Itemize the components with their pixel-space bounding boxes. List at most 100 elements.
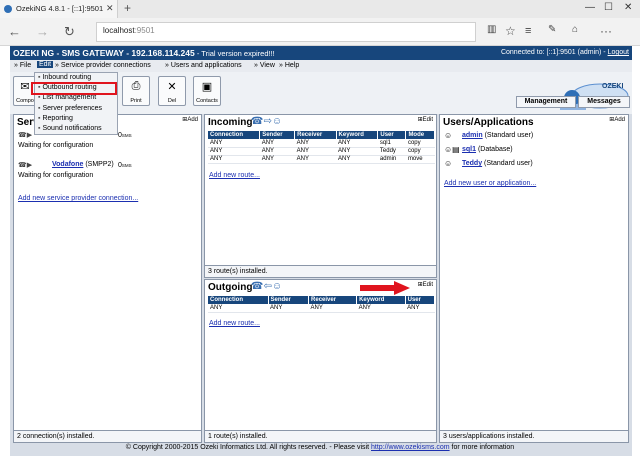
col-keyword: Keyword: [336, 131, 379, 139]
outgoing-edit-button[interactable]: ⊞Edit: [418, 281, 433, 288]
menu-item-server-preferences[interactable]: ▪ Server preferences: [35, 104, 117, 114]
table-cell: ANY: [336, 139, 378, 148]
reading-view-icon[interactable]: ▥: [487, 24, 496, 35]
incoming-route-icon: ☎⇨☺: [251, 116, 283, 127]
table-cell: ANY: [208, 139, 260, 148]
add-service-provider-link[interactable]: Add new service provider connection...: [18, 195, 138, 202]
menu-item-sound-notifications[interactable]: ▪ Sound notifications: [35, 124, 117, 134]
menu-item-reporting[interactable]: ▪ Reporting: [35, 114, 117, 124]
bullet-icon: ▪: [38, 104, 41, 112]
logo-text: OZEKI: [602, 83, 623, 90]
incoming-add-route-link[interactable]: Add new route...: [209, 172, 260, 179]
users-add-label: Add: [614, 117, 625, 123]
maximize-icon[interactable]: ☐: [604, 2, 613, 13]
print-button[interactable]: ⎙ Print: [122, 76, 150, 106]
connection-info: Connected to: [::1]:9501 (admin) - Logou…: [501, 49, 629, 56]
table-cell: ANY: [294, 147, 337, 156]
menu-help[interactable]: » Help: [279, 62, 299, 69]
menu-view[interactable]: » View: [254, 62, 275, 69]
minimize-icon[interactable]: —: [585, 2, 595, 13]
table-row[interactable]: ANY ANY ANY ANY sql1 copy: [208, 139, 435, 148]
forward-icon[interactable]: →: [36, 24, 49, 39]
menu-edit[interactable]: Edit: [37, 61, 54, 68]
web-note-icon[interactable]: ✎: [548, 24, 556, 35]
favorite-star-icon[interactable]: ☆: [505, 24, 516, 38]
menu-users-and-applications[interactable]: » Users and applications: [165, 62, 242, 69]
app-title-text: OZEKI NG - SMS GATEWAY - 192.168.114.245: [13, 48, 195, 58]
bullet-icon: ▪: [38, 124, 41, 132]
service-add-button[interactable]: ⊞Add: [182, 116, 198, 123]
tab-messages[interactable]: Messages: [578, 96, 630, 108]
delete-icon: ✕: [167, 81, 177, 93]
menu-item-label: Sound notifications: [42, 124, 102, 132]
col-connection: Connection: [208, 296, 269, 304]
outgoing-header-row: Connection Sender Receiver Keyword User: [208, 296, 436, 304]
table-cell: ANY: [208, 155, 260, 164]
back-icon[interactable]: ←: [8, 24, 21, 39]
connection-1-speed: 0SMS: [118, 132, 132, 139]
outgoing-add-route-link[interactable]: Add new route...: [209, 320, 260, 327]
app-title: OZEKI NG - SMS GATEWAY - 192.168.114.245…: [13, 48, 275, 58]
new-tab-button[interactable]: +: [124, 1, 131, 15]
service-panel-footer: 2 connection(s) installed.: [14, 430, 201, 442]
vodafone-link[interactable]: Vodafone: [52, 161, 83, 168]
compose-label: Compo: [16, 98, 34, 104]
col-sender: Sender: [268, 296, 310, 304]
footer-tail: for more information: [449, 444, 515, 451]
conn1-unit: SMS: [121, 133, 132, 138]
table-row[interactable]: ANY ANY ANY ANY Teddy copy: [208, 147, 435, 156]
table-cell: ANY: [405, 304, 435, 313]
ozeki-logo: OZEKI: [560, 83, 629, 110]
printer-icon: ⎙: [131, 80, 141, 92]
incoming-edit-button[interactable]: ⊞Edit: [418, 116, 433, 123]
col-keyword: Keyword: [356, 296, 406, 304]
service-provider-panel: Serv ⊞Add ☎▶ 0SMS Waiting for configurat…: [13, 114, 202, 443]
browser-tab-title: OzekiNG 4.8.1 - [::1]:9501: [16, 4, 104, 13]
menu-file[interactable]: » File: [14, 62, 31, 69]
table-cell: copy: [405, 139, 435, 148]
menu-bar: » File Edit » Service provider connectio…: [10, 60, 632, 72]
table-cell: ANY: [336, 147, 378, 156]
user-type: (Standard user): [482, 160, 533, 167]
ozeki-website-link[interactable]: http://www.ozekisms.com: [371, 444, 450, 451]
delete-button[interactable]: ✕ Del: [158, 76, 186, 106]
more-icon[interactable]: ···: [600, 24, 612, 38]
bullet-icon: ▪: [38, 114, 41, 122]
user-name[interactable]: Teddy: [462, 160, 482, 167]
tab-management[interactable]: Management: [516, 96, 576, 108]
menu-item-label: Reporting: [42, 114, 73, 122]
table-cell: ANY: [208, 304, 268, 313]
close-tab-icon[interactable]: ✕: [106, 3, 114, 14]
table-cell: admin: [377, 155, 406, 164]
app-header: OZEKI NG - SMS GATEWAY - 192.168.114.245…: [10, 46, 632, 60]
table-cell: copy: [405, 147, 435, 156]
col-sender: Sender: [259, 131, 296, 139]
user-item-teddy[interactable]: Teddy (Standard user): [462, 160, 533, 167]
col-receiver: Receiver: [294, 131, 337, 139]
menu-item-label: Inbound routing: [42, 74, 92, 81]
table-cell: ANY: [259, 147, 295, 156]
add-user-link[interactable]: Add new user or application...: [444, 180, 536, 187]
outgoing-route-icon: ☎⇦☺: [251, 281, 283, 292]
menu-service-provider-connections[interactable]: » Service provider connections: [55, 62, 151, 69]
contacts-button[interactable]: ▣ Contacts: [193, 76, 221, 106]
hub-icon[interactable]: ≡: [525, 25, 531, 37]
incoming-routes-table: Connection Sender Receiver Keyword User …: [208, 131, 435, 164]
share-icon[interactable]: ⌂: [572, 24, 578, 35]
table-row[interactable]: ANY ANY ANY ANY admin move: [208, 155, 435, 164]
user-type: (Standard user): [482, 132, 534, 139]
logout-link[interactable]: Logout: [608, 49, 629, 56]
users-add-button[interactable]: ⊞Add: [609, 116, 625, 123]
table-row[interactable]: ANY ANY ANY ANY ANY: [208, 304, 435, 313]
user-type: (Database): [476, 146, 513, 153]
user-item-sql1[interactable]: sql1 (Database): [462, 146, 513, 153]
conn2-type: (SMPP2): [83, 161, 114, 168]
user-name[interactable]: sql1: [462, 146, 476, 153]
browser-tab[interactable]: OzekiNG 4.8.1 - [::1]:9501 ✕: [0, 0, 118, 18]
window-close-icon[interactable]: ✕: [624, 2, 632, 13]
browser-tab-bar: OzekiNG 4.8.1 - [::1]:9501 ✕ + — ☐ ✕: [0, 0, 640, 18]
user-item-admin[interactable]: admin (Standard user): [462, 132, 533, 139]
favicon-icon: [4, 5, 12, 13]
refresh-icon[interactable]: ↻: [64, 24, 75, 40]
user-name[interactable]: admin: [462, 132, 483, 139]
